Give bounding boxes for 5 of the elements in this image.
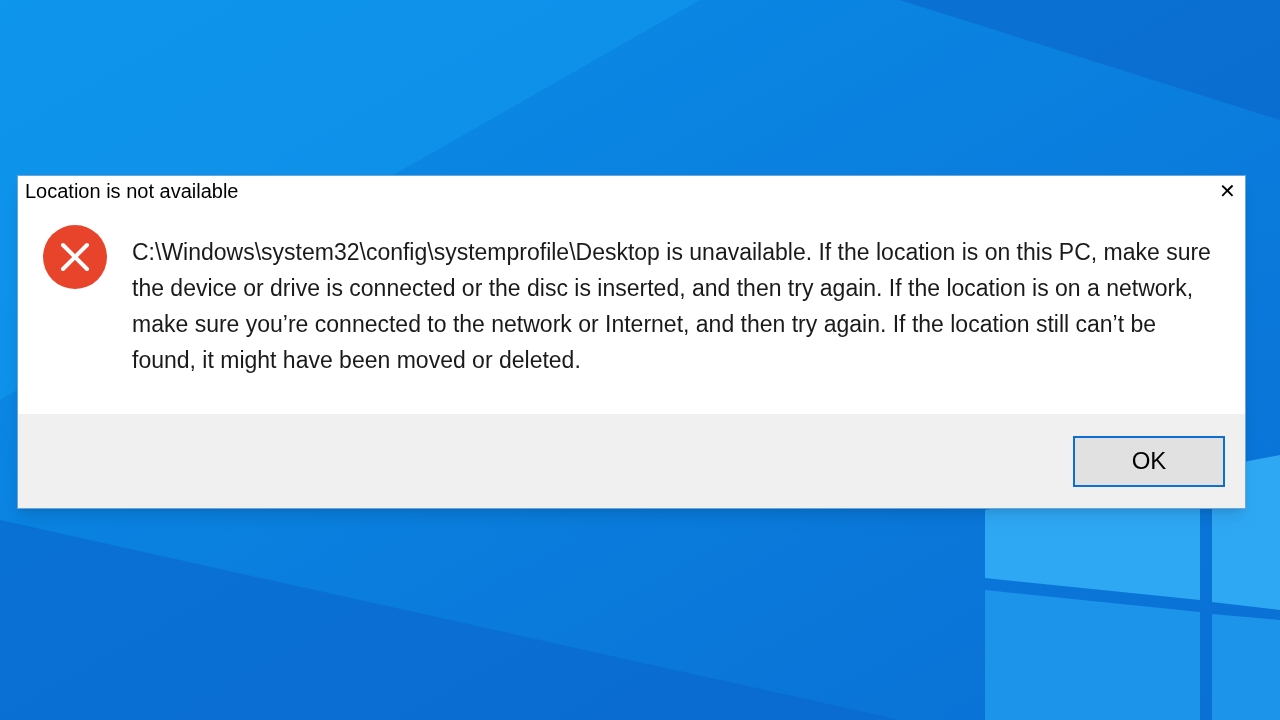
window-title: Location is not available — [25, 179, 239, 204]
ok-button[interactable]: OK — [1073, 435, 1225, 487]
error-icon — [42, 224, 108, 290]
close-button[interactable]: ✕ — [1213, 178, 1241, 204]
error-message: C:\Windows\system32\config\systemprofile\Desktop is unavailable. If the location is on this PC, make sure the device or drive is connected or the disc is inserted, and then try again. If the location is on a network, make sure you’re connected to the network or Internet, and then try again. If the location still can’t be found, it might have been moved or deleted. — [132, 238, 1212, 375]
